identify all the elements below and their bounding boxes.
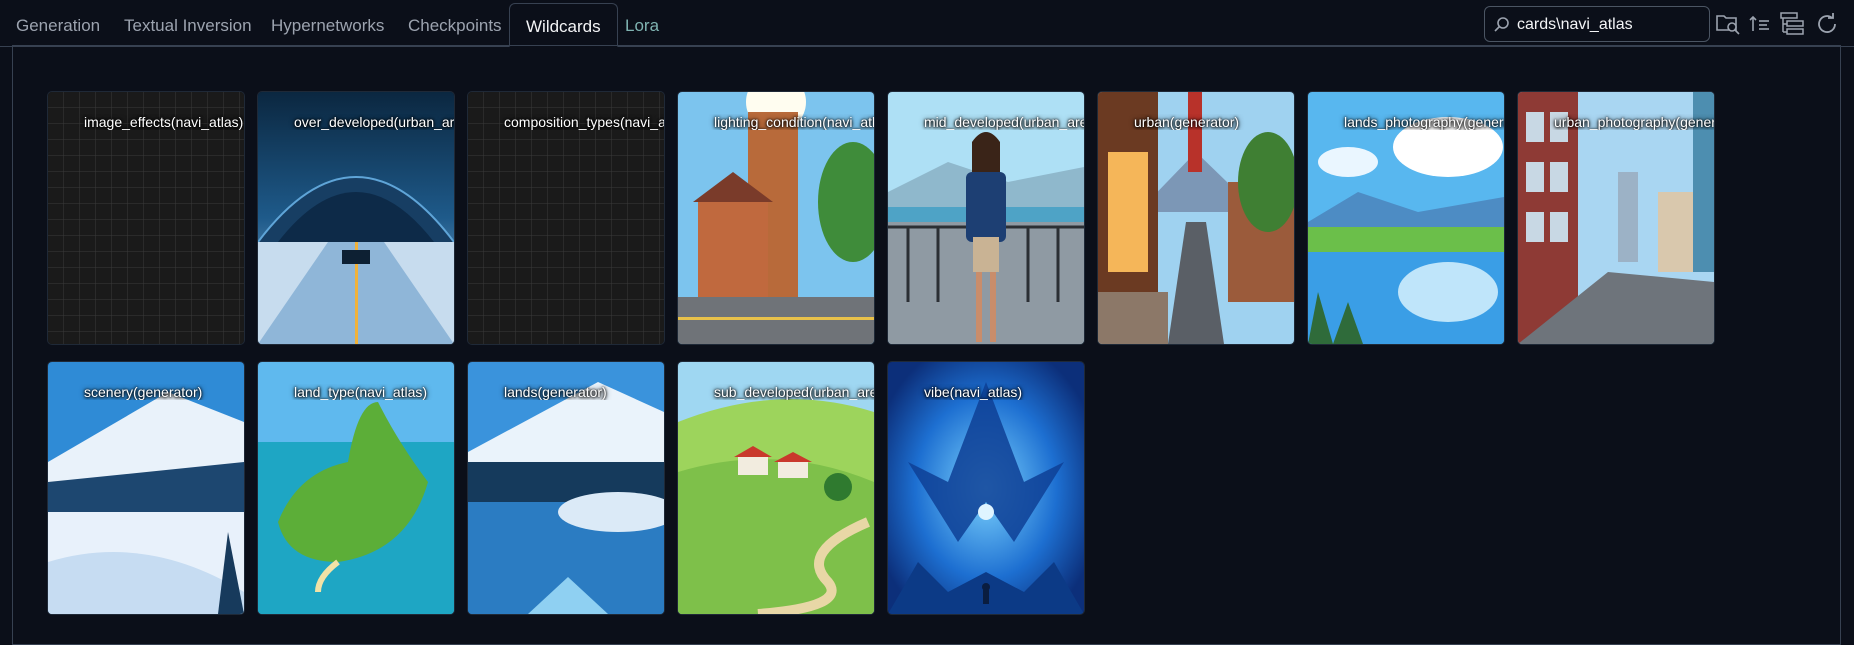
card-label: scenery(generator)	[84, 384, 203, 400]
wildcard-card-lands-photography[interactable]: lands_photography(generator)	[1308, 92, 1504, 344]
tab-bar: Generation Textual Inversion Hypernetwor…	[0, 0, 1854, 47]
card-label: lands(generator)	[504, 384, 607, 400]
wildcard-card-image-effects[interactable]: image_effects(navi_atlas)	[48, 92, 244, 344]
tab-generation[interactable]: Generation	[0, 3, 116, 45]
card-label: lands_photography(generator)	[1344, 114, 1504, 130]
folder-search-icon[interactable]	[1714, 9, 1742, 39]
card-label: urban_photography(generator)	[1554, 114, 1714, 130]
card-label: over_developed(urban_areas)	[294, 114, 454, 130]
wildcard-card-land-type[interactable]: land_type(navi_atlas)	[258, 362, 454, 614]
wildcard-card-lands[interactable]: lands(generator)	[468, 362, 664, 614]
wildcard-card-urban-photography[interactable]: urban_photography(generator)	[1518, 92, 1714, 344]
card-label: urban(generator)	[1134, 114, 1240, 130]
wildcard-card-composition-types[interactable]: composition_types(navi_atlas)	[468, 92, 664, 344]
card-label: composition_types(navi_atlas)	[504, 114, 664, 130]
wildcard-card-vibe[interactable]: vibe(navi_atlas)	[888, 362, 1084, 614]
wildcard-card-mid-developed[interactable]: mid_developed(urban_areas)	[888, 92, 1084, 344]
card-label: vibe(navi_atlas)	[924, 384, 1023, 400]
search-input[interactable]	[1515, 12, 1705, 38]
card-label: land_type(navi_atlas)	[294, 384, 428, 400]
search-icon	[1494, 17, 1509, 32]
card-label: image_effects(navi_atlas)	[84, 114, 244, 130]
search-box[interactable]	[1484, 6, 1710, 42]
wildcards-panel: image_effects(navi_atlas) over_developed…	[12, 45, 1841, 645]
tab-wildcards[interactable]: Wildcards	[509, 3, 618, 47]
refresh-icon[interactable]	[1813, 9, 1841, 39]
tree-view-icon[interactable]	[1779, 9, 1807, 39]
tab-textual-inversion[interactable]: Textual Inversion	[108, 3, 268, 45]
tab-lora[interactable]: Lora	[609, 3, 675, 45]
card-label: sub_developed(urban_areas)	[714, 384, 874, 400]
tab-checkpoints[interactable]: Checkpoints	[392, 3, 518, 45]
card-label: mid_developed(urban_areas)	[924, 114, 1084, 130]
tab-hypernetworks[interactable]: Hypernetworks	[255, 3, 400, 45]
sort-order-icon[interactable]	[1747, 9, 1775, 39]
wildcard-card-urban[interactable]: urban(generator)	[1098, 92, 1294, 344]
wildcard-card-over-developed[interactable]: over_developed(urban_areas)	[258, 92, 454, 344]
wildcard-card-scenery[interactable]: scenery(generator)	[48, 362, 244, 614]
card-label: lighting_condition(navi_atlas)	[714, 114, 874, 130]
wildcard-card-lighting-condition[interactable]: lighting_condition(navi_atlas)	[678, 92, 874, 344]
wildcard-card-sub-developed[interactable]: sub_developed(urban_areas)	[678, 362, 874, 614]
